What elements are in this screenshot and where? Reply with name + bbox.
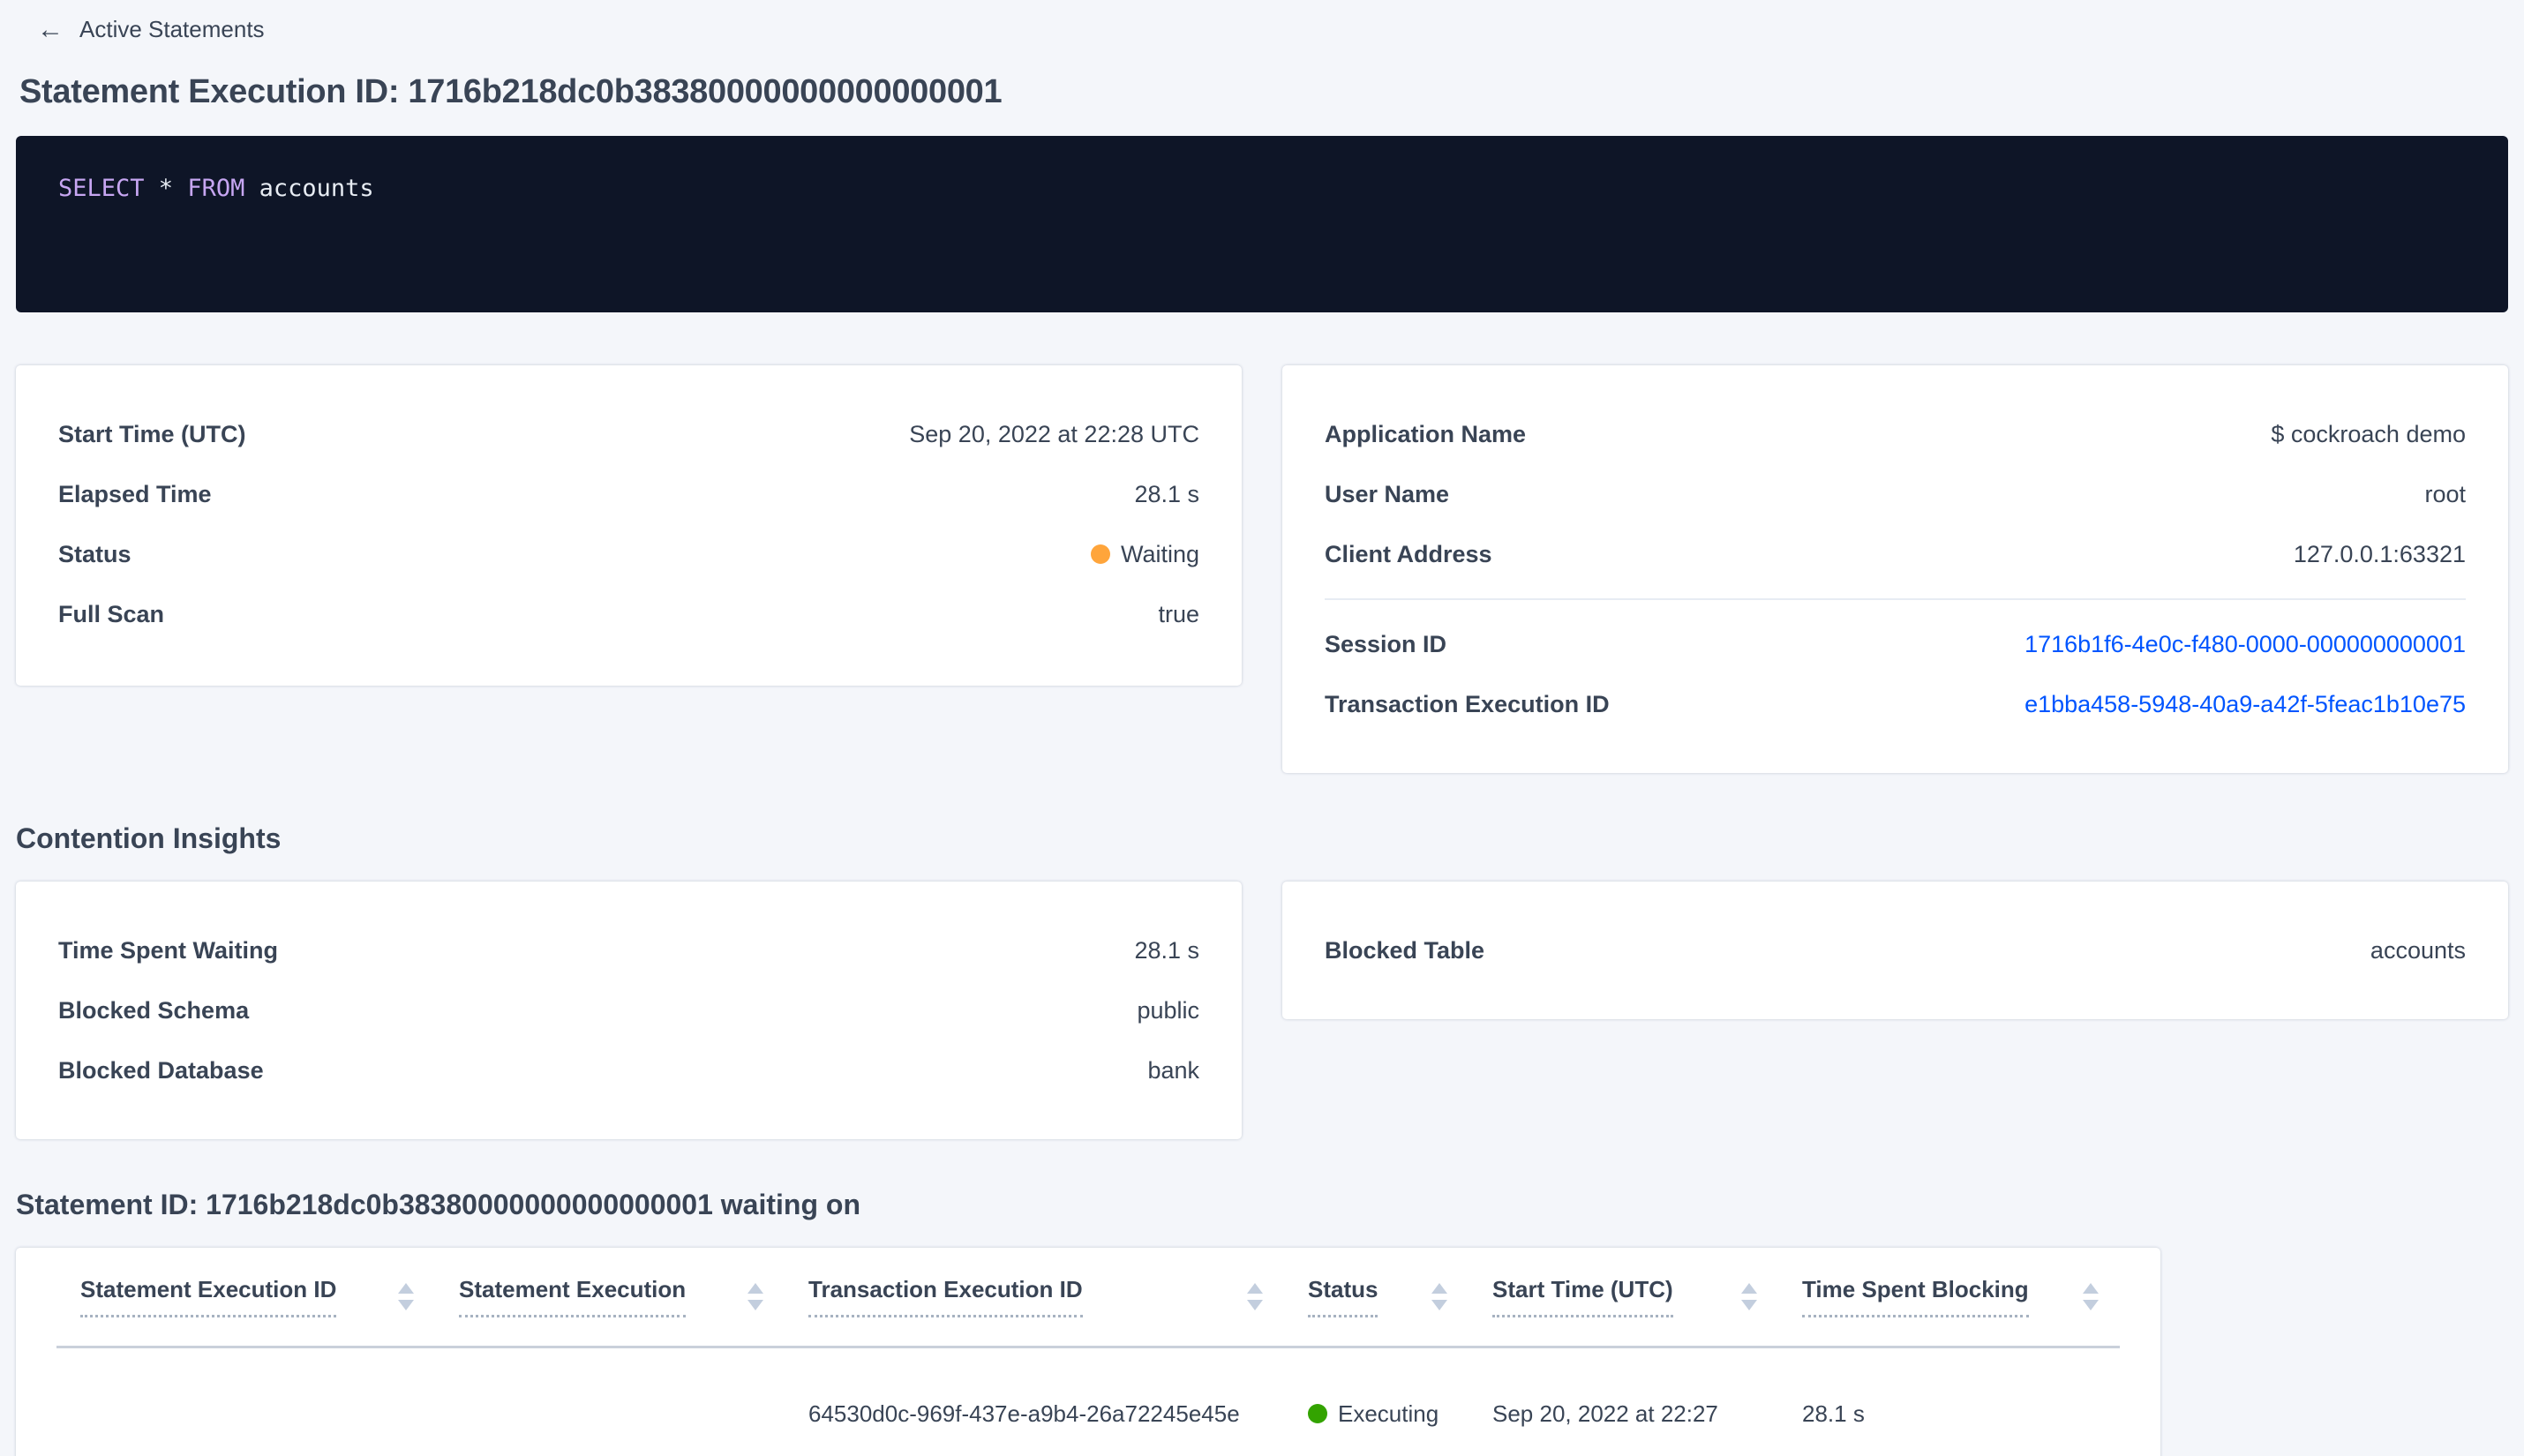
kv-value: 28.1 s — [1134, 480, 1199, 507]
kv-value: public — [1137, 996, 1199, 1024]
kv-label: Start Time (UTC) — [58, 420, 246, 447]
sql-keyword: SELECT — [58, 175, 145, 202]
page-title: Statement Execution ID: 1716b218dc0b3838… — [19, 73, 1003, 110]
kv-row-blocked-table: Blocked Table accounts — [1325, 920, 2466, 980]
sort-icon[interactable] — [747, 1282, 763, 1310]
cell-transaction-execution-id: 64530d0c-969f-437e-a9b4-26a72245e45e — [785, 1347, 1284, 1456]
kv-row-start-time: Start Time (UTC) Sep 20, 2022 at 22:28 U… — [58, 404, 1199, 464]
sort-icon[interactable] — [398, 1282, 414, 1310]
kv-value: Sep 20, 2022 at 22:28 UTC — [909, 420, 1199, 447]
sql-statement-box: SELECT * FROM accounts — [16, 136, 2508, 312]
status-waiting-dot-icon — [1090, 544, 1110, 564]
column-header-start-time[interactable]: Start Time (UTC) — [1469, 1248, 1778, 1348]
blocked-table-card: Blocked Table accounts — [1282, 882, 2508, 1019]
kv-label: Client Address — [1325, 540, 1492, 567]
kv-label: Transaction Execution ID — [1325, 690, 1610, 717]
column-header-transaction-execution-id[interactable]: Transaction Execution ID — [785, 1248, 1284, 1348]
kv-label: Blocked Database — [58, 1056, 264, 1084]
column-header-label[interactable]: Transaction Execution ID — [808, 1276, 1083, 1317]
execution-details-card: Start Time (UTC) Sep 20, 2022 at 22:28 U… — [16, 365, 1242, 686]
kv-value: true — [1158, 600, 1199, 627]
kv-row-full-scan: Full Scan true — [58, 584, 1199, 644]
cell-time-spent-blocking: 28.1 s — [1778, 1347, 2120, 1456]
status-label: Waiting — [1120, 540, 1199, 567]
card-divider — [1325, 598, 2466, 600]
sort-icon[interactable] — [1741, 1282, 1757, 1310]
kv-label: Session ID — [1325, 630, 1447, 657]
kv-row-user-name: User Name root — [1325, 464, 2466, 524]
kv-value: root — [2424, 480, 2466, 507]
waiting-on-heading: Statement ID: 1716b218dc0b38380000000000… — [16, 1189, 860, 1220]
contention-details-card: Time Spent Waiting 28.1 s Blocked Schema… — [16, 882, 1242, 1139]
sort-icon[interactable] — [2083, 1282, 2099, 1310]
kv-value: 127.0.0.1:63321 — [2293, 540, 2466, 567]
cell-start-time: Sep 20, 2022 at 22:27 — [1469, 1347, 1778, 1456]
kv-row-status: Status Waiting — [58, 524, 1199, 584]
kv-value: bank — [1147, 1056, 1199, 1084]
kv-row-session-id: Session ID 1716b1f6-4e0c-f480-0000-00000… — [1325, 614, 2466, 674]
status-value: Waiting — [1090, 540, 1199, 568]
kv-label: Blocked Schema — [58, 996, 250, 1024]
cell-status: Executing — [1284, 1347, 1469, 1456]
kv-value: $ cockroach demo — [2271, 420, 2466, 447]
back-link[interactable]: ← Active Statements — [37, 16, 265, 43]
status-executing-dot-icon — [1308, 1404, 1327, 1423]
cell-statement-execution — [435, 1347, 785, 1456]
kv-label: Time Spent Waiting — [58, 936, 279, 964]
kv-label: Elapsed Time — [58, 480, 212, 507]
kv-label: Full Scan — [58, 600, 165, 627]
kv-row-blocked-database: Blocked Database bank — [58, 1040, 1199, 1100]
column-header-label[interactable]: Statement Execution ID — [80, 1276, 337, 1317]
contention-insights-heading: Contention Insights — [16, 822, 282, 854]
kv-row-client-address: Client Address 127.0.0.1:63321 — [1325, 524, 2466, 584]
table-header-row: Statement Execution ID Statement Executi… — [56, 1248, 2120, 1348]
kv-label: User Name — [1325, 480, 1450, 507]
kv-row-application-name: Application Name $ cockroach demo — [1325, 404, 2466, 464]
column-header-statement-execution[interactable]: Statement Execution — [435, 1248, 785, 1348]
arrow-left-icon[interactable]: ← — [37, 16, 64, 43]
kv-label: Blocked Table — [1325, 936, 1485, 964]
session-details-card: Application Name $ cockroach demo User N… — [1282, 365, 2508, 773]
back-link-label[interactable]: Active Statements — [79, 16, 265, 43]
kv-row-transaction-execution-id: Transaction Execution ID e1bba458-5948-4… — [1325, 674, 2466, 734]
session-id-link[interactable]: 1716b1f6-4e0c-f480-0000-000000000001 — [2024, 631, 2466, 658]
sql-plain: accounts — [244, 175, 374, 202]
sql-plain: * — [144, 175, 188, 202]
kv-value: 28.1 s — [1134, 936, 1199, 964]
column-header-label[interactable]: Status — [1308, 1276, 1378, 1317]
kv-row-blocked-schema: Blocked Schema public — [58, 980, 1199, 1040]
kv-label: Status — [58, 540, 131, 567]
sort-icon[interactable] — [1247, 1282, 1263, 1310]
kv-row-elapsed-time: Elapsed Time 28.1 s — [58, 464, 1199, 524]
kv-value: accounts — [2370, 936, 2466, 964]
sql-statement-text: SELECT * FROM accounts — [58, 173, 2466, 205]
sort-icon[interactable] — [1431, 1282, 1447, 1310]
transaction-execution-id-link[interactable]: e1bba458-5948-40a9-a42f-5feac1b10e75 — [2024, 691, 2466, 718]
waiting-statements-table: Statement Execution ID Statement Executi… — [56, 1248, 2120, 1456]
column-header-status[interactable]: Status — [1284, 1248, 1469, 1348]
column-header-label[interactable]: Statement Execution — [459, 1276, 687, 1317]
cell-statement-execution-id — [56, 1347, 435, 1456]
column-header-time-spent-blocking[interactable]: Time Spent Blocking — [1778, 1248, 2120, 1348]
sql-keyword: FROM — [187, 175, 245, 202]
kv-label: Application Name — [1325, 420, 1527, 447]
status-label: Executing — [1338, 1400, 1439, 1427]
column-header-label[interactable]: Start Time (UTC) — [1492, 1276, 1673, 1317]
column-header-label[interactable]: Time Spent Blocking — [1802, 1276, 2029, 1317]
column-header-statement-execution-id[interactable]: Statement Execution ID — [56, 1248, 435, 1348]
table-row: 64530d0c-969f-437e-a9b4-26a72245e45e Exe… — [56, 1347, 2120, 1456]
statement-execution-page: ← Active Statements Statement Execution … — [0, 0, 2524, 1456]
kv-row-time-spent-waiting: Time Spent Waiting 28.1 s — [58, 920, 1199, 980]
waiting-statements-table-card: Statement Execution ID Statement Executi… — [16, 1248, 2160, 1456]
